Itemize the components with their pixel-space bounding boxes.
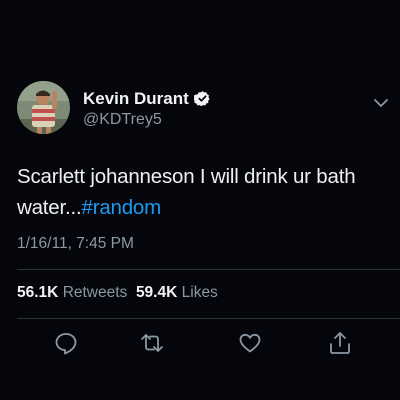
divider [17, 269, 400, 270]
tweet-timestamp[interactable]: 1/16/11, 7:45 PM [17, 235, 134, 253]
share-icon[interactable] [327, 330, 353, 356]
retweets-count: 56.1K [17, 284, 59, 301]
likes-stat[interactable]: 59.4K Likes [136, 284, 218, 301]
likes-count: 59.4K [135, 284, 178, 301]
engagement-stats: 56.1K Retweets 59.4K Likes [17, 284, 218, 302]
verified-badge-icon [192, 90, 211, 112]
divider [17, 318, 400, 319]
user-handle[interactable]: @KDTrey5 [83, 110, 162, 130]
retweets-stat[interactable]: 56.1K Retweets [17, 284, 127, 301]
tweet-card: Kevin Durant @KDTrey5 Scarlett johanneso… [0, 0, 400, 400]
chevron-down-icon[interactable] [373, 95, 389, 107]
tweet-text: Scarlett johanneson I will drink ur bath… [17, 161, 387, 223]
retweets-label: Retweets [62, 284, 128, 301]
tweet-body: Scarlett johanneson I will drink ur bath… [17, 165, 356, 219]
avatar[interactable] [17, 81, 70, 134]
display-name[interactable]: Kevin Durant [83, 89, 211, 112]
heart-icon[interactable] [237, 330, 263, 356]
reply-icon[interactable] [53, 330, 79, 356]
display-name-text[interactable]: Kevin Durant [83, 89, 189, 108]
retweet-icon[interactable] [139, 330, 165, 356]
hashtag-link[interactable]: #random [82, 196, 162, 219]
likes-label: Likes [181, 284, 218, 301]
